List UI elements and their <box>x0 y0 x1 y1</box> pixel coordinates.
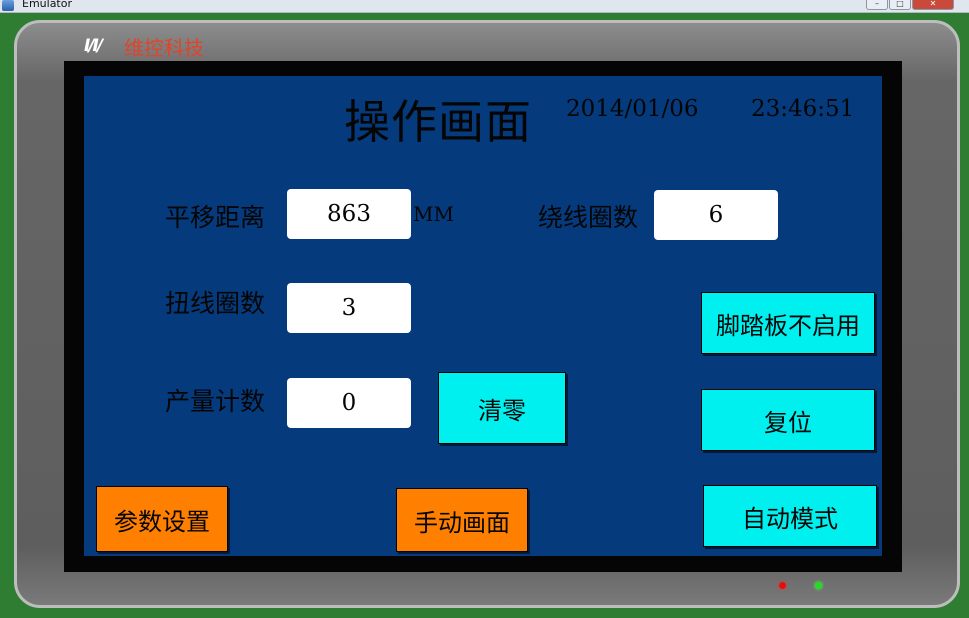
page-title: 操作画面 <box>344 95 532 149</box>
maximize-button[interactable]: □ <box>889 0 911 10</box>
date-display: 2014/01/06 <box>566 96 699 122</box>
red-led-icon <box>779 582 786 589</box>
minimize-button[interactable]: – <box>866 0 888 10</box>
green-led-icon <box>815 582 822 589</box>
auto-mode-button[interactable]: 自动模式 <box>703 485 877 547</box>
brand-logo-icon: I/I/ <box>84 36 103 56</box>
translate-distance-field[interactable]: 863 <box>287 189 411 239</box>
parameter-settings-button[interactable]: 参数设置 <box>96 486 228 552</box>
translate-distance-label: 平移距离 <box>165 203 266 232</box>
clear-button[interactable]: 清零 <box>438 372 566 444</box>
reset-button[interactable]: 复位 <box>701 389 875 451</box>
time-display: 23:46:51 <box>751 96 855 122</box>
production-count-field[interactable]: 0 <box>287 378 411 428</box>
window-titlebar: Emulator – □ ✕ <box>0 0 969 13</box>
twist-turns-label: 扭线圈数 <box>165 289 266 318</box>
close-button[interactable]: ✕ <box>912 0 954 10</box>
foot-pedal-button[interactable]: 脚踏板不启用 <box>701 292 875 354</box>
translate-distance-unit: MM <box>413 202 454 226</box>
manual-screen-button[interactable]: 手动画面 <box>396 488 528 552</box>
window-title: Emulator <box>22 0 72 10</box>
app-icon <box>2 0 14 11</box>
winding-turns-label: 绕线圈数 <box>538 203 639 232</box>
brand-name: 维控科技 <box>124 35 204 60</box>
winding-turns-field[interactable]: 6 <box>654 190 778 240</box>
twist-turns-field[interactable]: 3 <box>287 283 411 333</box>
brand: I/I/ 维控科技 <box>84 34 204 60</box>
production-count-label: 产量计数 <box>165 387 266 416</box>
